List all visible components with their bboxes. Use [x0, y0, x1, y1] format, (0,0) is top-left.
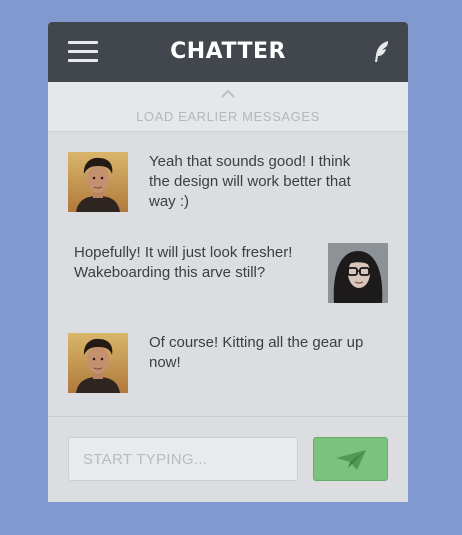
chat-header: CHATTER — [48, 22, 408, 82]
chevron-up-icon — [221, 89, 235, 98]
message-input[interactable] — [68, 437, 298, 481]
chat-widget: CHATTER LOAD EARLIER MESSAGES Yeah that … — [48, 22, 408, 502]
message-text: Hopefully! It will just look fresher! Wa… — [74, 244, 293, 281]
female-avatar[interactable] — [328, 243, 388, 303]
feather-icon[interactable] — [372, 40, 390, 64]
male-avatar[interactable] — [68, 152, 128, 212]
message-composer — [48, 416, 408, 502]
app-title: CHATTER — [170, 39, 286, 64]
paper-plane-icon — [336, 450, 366, 470]
message-list: Yeah that sounds good! I think the desig… — [48, 132, 408, 417]
male-avatar[interactable] — [68, 333, 128, 393]
message-text: Of course! Kitting all the gear up now! — [149, 334, 364, 371]
message-text: Yeah that sounds good! I think the desig… — [149, 153, 351, 210]
load-earlier-label: LOAD EARLIER MESSAGES — [136, 109, 320, 124]
load-earlier-messages-button[interactable]: LOAD EARLIER MESSAGES — [48, 82, 408, 132]
send-button[interactable] — [313, 437, 388, 481]
